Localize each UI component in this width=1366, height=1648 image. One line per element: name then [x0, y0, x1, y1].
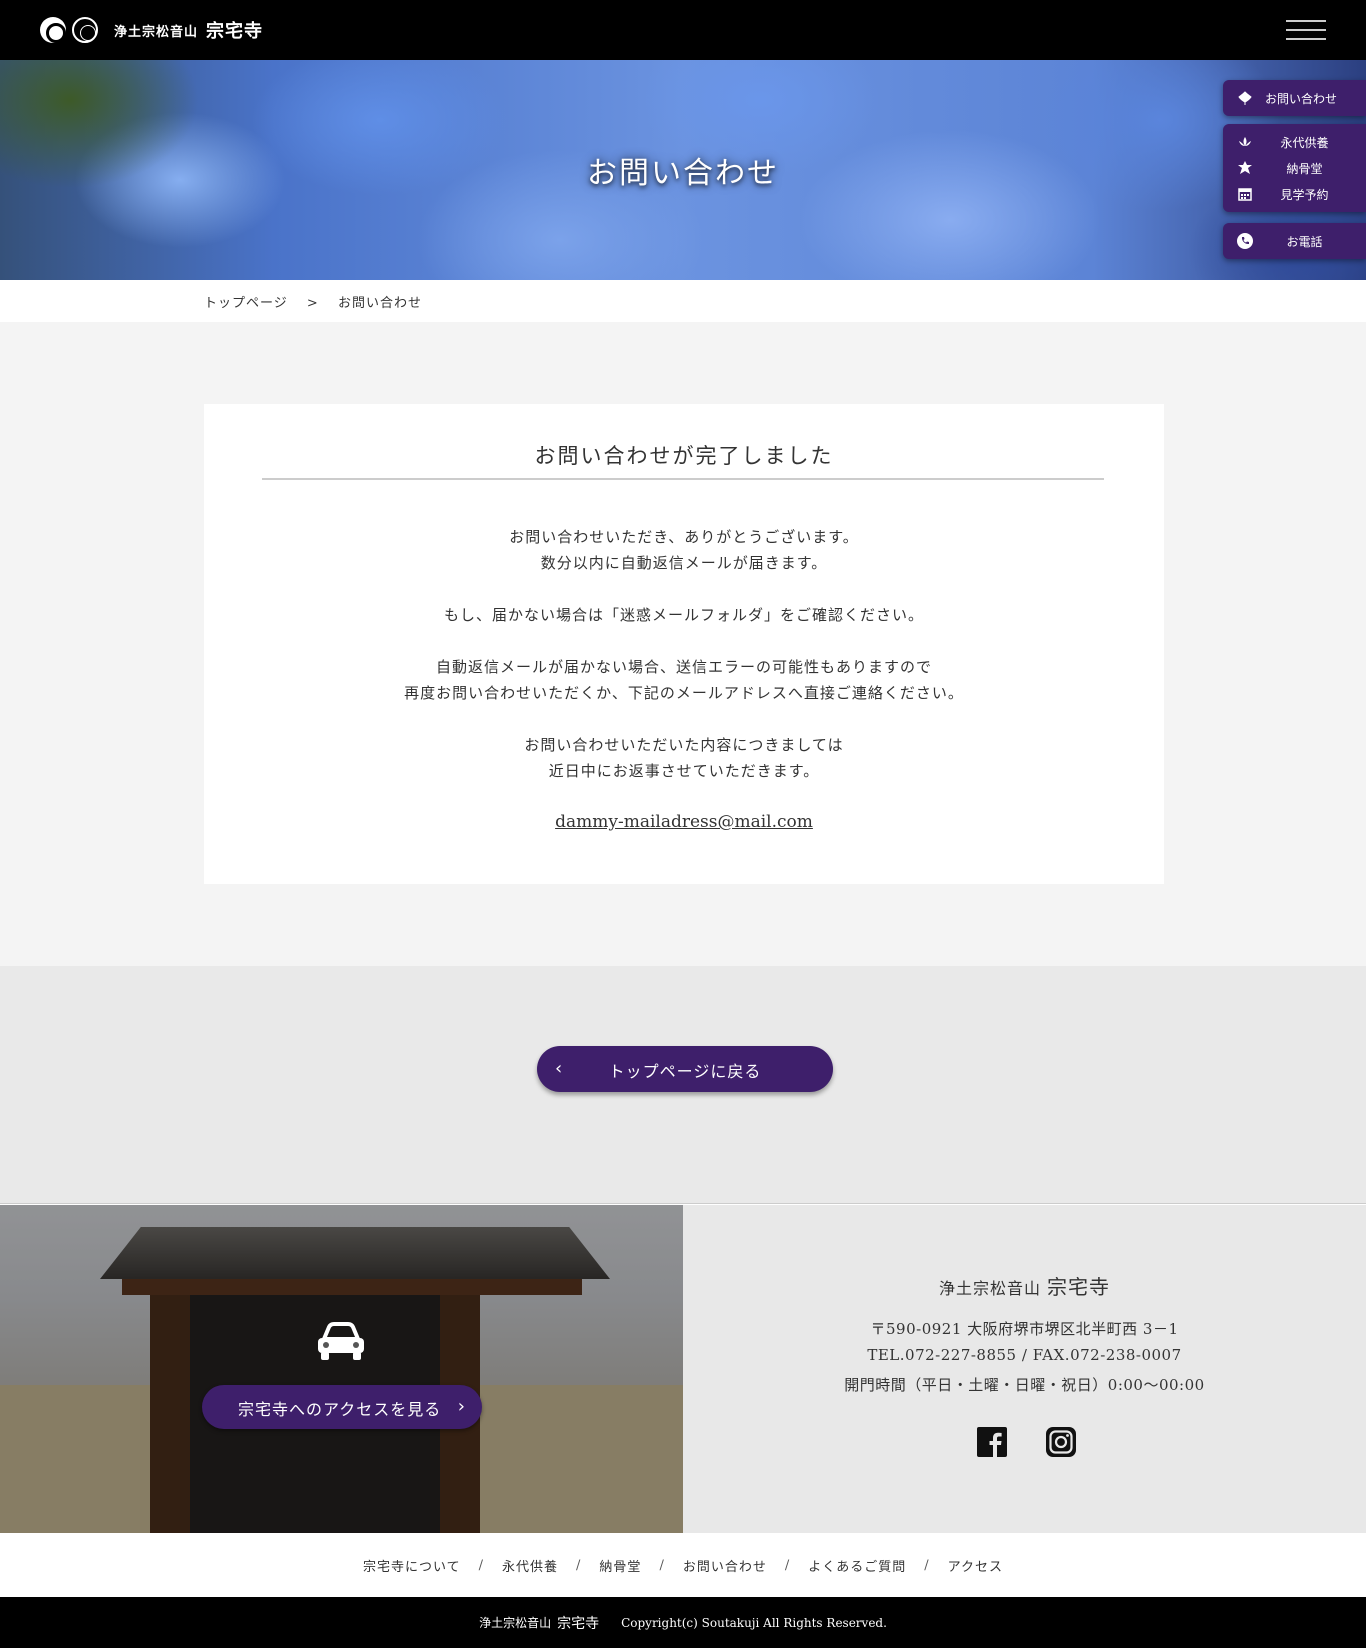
lotus-flower-icon — [1237, 134, 1253, 150]
message-line: お問い合わせいただいた内容につきましては — [524, 736, 844, 754]
email-link[interactable]: dammy-mailadress@mail.com — [204, 812, 1164, 832]
side-item-label: 納骨堂 — [1286, 161, 1323, 176]
side-item-nokotsudo[interactable]: 納骨堂 — [1223, 155, 1366, 181]
message-line: お問い合わせいただき、ありがとうございます。 — [509, 528, 859, 546]
breadcrumb-home-link[interactable]: トップページ — [204, 296, 288, 311]
side-contact-button[interactable]: お問い合わせ — [1223, 80, 1366, 116]
copyright-bar: 浄土宗松音山 宗宅寺 Copyright(c) Soutakuji All Ri… — [0, 1597, 1366, 1648]
hamburger-menu-icon[interactable] — [1286, 18, 1326, 42]
lotus-icon — [1237, 90, 1253, 106]
side-item-label: 永代供養 — [1280, 135, 1329, 150]
footer-nav: 宗宅寺について / 永代供養 / 納骨堂 / お問い合わせ / よくあるご質問 … — [0, 1533, 1366, 1597]
footer-separator: / — [478, 1557, 485, 1573]
temple-name: 浄土宗松音山 宗宅寺 — [683, 1271, 1366, 1300]
calendar-icon — [1237, 186, 1253, 202]
temple-crest-icon — [40, 17, 66, 43]
back-to-top-button[interactable]: ‹ トップページに戻る — [537, 1046, 833, 1092]
facebook-icon[interactable] — [977, 1427, 1007, 1457]
footer-link-about[interactable]: 宗宅寺について — [363, 1556, 461, 1575]
message-line: 数分以内に自動返信メールが届きます。 — [540, 554, 828, 572]
completion-title: お問い合わせが完了しました — [534, 444, 834, 468]
view-access-button[interactable]: 宗宅寺へのアクセスを見る › — [202, 1385, 482, 1429]
side-links-panel: 永代供養 納骨堂 見学予約 — [1223, 124, 1366, 212]
site-header: 浄土宗松音山 宗宅寺 — [0, 0, 1366, 60]
side-item-reservation[interactable]: 見学予約 — [1223, 181, 1366, 207]
instagram-icon[interactable] — [1046, 1427, 1076, 1457]
footer-link-faq[interactable]: よくあるご質問 — [808, 1556, 906, 1575]
back-to-top-label: トップページに戻る — [608, 1062, 762, 1081]
footer-link-access[interactable]: アクセス — [948, 1556, 1003, 1575]
footer-separator: / — [659, 1557, 665, 1573]
footer-link-nokotsudo[interactable]: 納骨堂 — [599, 1556, 641, 1575]
footer-separator: / — [924, 1557, 930, 1573]
side-phone-button[interactable]: お電話 — [1223, 223, 1366, 259]
side-item-eitai[interactable]: 永代供養 — [1223, 129, 1366, 155]
side-phone-label: お電話 — [1286, 234, 1323, 249]
logo-sect-name[interactable]: 浄土宗松音山 — [114, 21, 198, 40]
leaf-icon — [1237, 160, 1253, 176]
breadcrumb: トップページ > お問い合わせ — [204, 292, 422, 311]
footer-separator: / — [576, 1557, 582, 1573]
copyright-sect: 浄土宗松音山 — [479, 1616, 552, 1630]
footer-link-contact[interactable]: お問い合わせ — [683, 1556, 767, 1575]
footer-link-eitai[interactable]: 永代供養 — [502, 1556, 558, 1575]
tel-fax: TEL.072-227-8855 / FAX.072-238-0007 — [867, 1346, 1182, 1364]
view-access-label: 宗宅寺へのアクセスを見る — [238, 1400, 442, 1419]
side-item-label: 見学予約 — [1280, 187, 1329, 202]
hero-banner: お問い合わせ — [0, 60, 1366, 280]
message-line: 近日中にお返事させていただきます。 — [548, 762, 820, 780]
breadcrumb-current: お問い合わせ — [337, 296, 422, 311]
temple-info: 浄土宗松音山 宗宅寺 〒590-0921 大阪府堺市堺区北半町西 3－1 TEL… — [683, 1205, 1366, 1533]
temple-seal-icon — [72, 17, 98, 43]
message-line: もし、届かない場合は「迷惑メールフォルダ」をご確認ください。 — [443, 606, 924, 624]
car-icon — [314, 1321, 368, 1363]
address: 〒590-0921 大阪府堺市堺区北半町西 3－1 — [870, 1320, 1179, 1338]
opening-hours: 開門時間（平日・土曜・日曜・祝日）0:00〜00:00 — [844, 1376, 1205, 1394]
chevron-right-icon: › — [457, 1396, 466, 1417]
completion-card: お問い合わせが完了しました お問い合わせいただき、ありがとうございます。 数分以… — [204, 404, 1164, 884]
logo-temple-name[interactable]: 宗宅寺 — [206, 17, 263, 43]
message-line: 再度お問い合わせいただくか、下記のメールアドレスへ直接ご連絡ください。 — [404, 684, 964, 702]
breadcrumb-separator: > — [306, 296, 319, 311]
copyright-temple: 宗宅寺 — [557, 1615, 600, 1632]
title-divider — [262, 478, 1104, 480]
temple-gate-photo: 宗宅寺へのアクセスを見る › — [0, 1205, 683, 1533]
copyright-text: Copyright(c) Soutakuji All Rights Reserv… — [621, 1615, 887, 1630]
footer-separator: / — [784, 1557, 791, 1573]
message-line: 自動返信メールが届かない場合、送信エラーの可能性もありますので — [435, 658, 932, 676]
side-contact-label: お問い合わせ — [1265, 91, 1338, 106]
temple-sect: 浄土宗松音山 — [938, 1279, 1041, 1298]
phone-icon — [1237, 233, 1253, 249]
page-title: お問い合わせ — [587, 156, 779, 191]
temple-title: 宗宅寺 — [1047, 1275, 1111, 1299]
